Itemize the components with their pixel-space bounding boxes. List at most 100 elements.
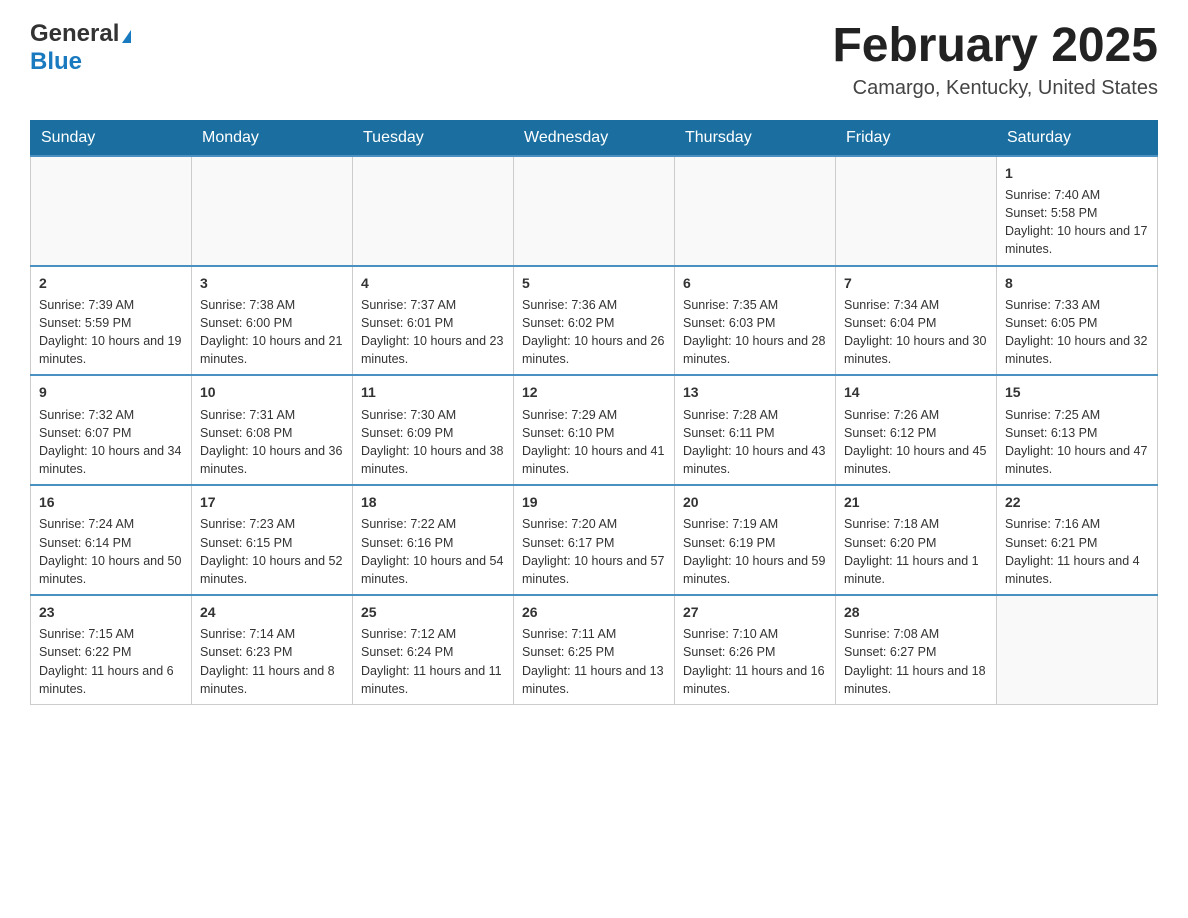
calendar-cell: 3Sunrise: 7:38 AMSunset: 6:00 PMDaylight… bbox=[192, 266, 353, 376]
day-number: 24 bbox=[200, 602, 344, 622]
day-number: 11 bbox=[361, 382, 505, 402]
sunset-text: Sunset: 6:11 PM bbox=[683, 424, 827, 442]
calendar-cell bbox=[514, 156, 675, 266]
sunrise-text: Sunrise: 7:31 AM bbox=[200, 406, 344, 424]
day-number: 6 bbox=[683, 273, 827, 293]
daylight-text: Daylight: 10 hours and 41 minutes. bbox=[522, 442, 666, 478]
header-sunday: Sunday bbox=[31, 120, 192, 156]
daylight-text: Daylight: 10 hours and 34 minutes. bbox=[39, 442, 183, 478]
daylight-text: Daylight: 10 hours and 30 minutes. bbox=[844, 332, 988, 368]
logo-triangle-icon bbox=[122, 30, 131, 43]
sunset-text: Sunset: 6:01 PM bbox=[361, 314, 505, 332]
title-area: February 2025 Camargo, Kentucky, United … bbox=[832, 20, 1158, 100]
calendar-cell: 13Sunrise: 7:28 AMSunset: 6:11 PMDayligh… bbox=[675, 375, 836, 485]
sunrise-text: Sunrise: 7:12 AM bbox=[361, 625, 505, 643]
sunset-text: Sunset: 6:12 PM bbox=[844, 424, 988, 442]
calendar-cell: 18 Sunrise: 7:22 AMSunset: 6:16 PMDayligh… bbox=[353, 485, 514, 595]
daylight-text: Daylight: 10 hours and 45 minutes. bbox=[844, 442, 988, 478]
week-row-3: 9Sunrise: 7:32 AMSunset: 6:07 PMDaylight… bbox=[31, 375, 1158, 485]
sunrise-text: Sunrise: 7:23 AM bbox=[200, 515, 344, 533]
calendar-cell: 12Sunrise: 7:29 AMSunset: 6:10 PMDayligh… bbox=[514, 375, 675, 485]
daylight-text: Daylight: 11 hours and 18 minutes. bbox=[844, 662, 988, 698]
day-number: 16 bbox=[39, 492, 183, 512]
day-number: 26 bbox=[522, 602, 666, 622]
day-number: 14 bbox=[844, 382, 988, 402]
calendar-cell bbox=[997, 595, 1158, 704]
daylight-text: Daylight: 10 hours and 26 minutes. bbox=[522, 332, 666, 368]
daylight-text: Daylight: 10 hours and 43 minutes. bbox=[683, 442, 827, 478]
sunrise-text: Sunrise: 7:35 AM bbox=[683, 296, 827, 314]
sunset-text: Sunset: 6:16 PM bbox=[361, 534, 505, 552]
sunrise-text: Sunrise: 7:22 AM bbox=[361, 515, 505, 533]
day-number: 23 bbox=[39, 602, 183, 622]
calendar-table: Sunday Monday Tuesday Wednesday Thursday… bbox=[30, 120, 1158, 705]
week-row-4: 16Sunrise: 7:24 AMSunset: 6:14 PMDayligh… bbox=[31, 485, 1158, 595]
sunset-text: Sunset: 6:15 PM bbox=[200, 534, 344, 552]
daylight-text: Daylight: 11 hours and 1 minute. bbox=[844, 552, 988, 588]
sunrise-text: Sunrise: 7:37 AM bbox=[361, 296, 505, 314]
daylight-text: Daylight: 11 hours and 13 minutes. bbox=[522, 662, 666, 698]
header-thursday: Thursday bbox=[675, 120, 836, 156]
sunset-text: Sunset: 5:58 PM bbox=[1005, 204, 1149, 222]
sunrise-text: Sunrise: 7:25 AM bbox=[1005, 406, 1149, 424]
day-number: 27 bbox=[683, 602, 827, 622]
day-number: 7 bbox=[844, 273, 988, 293]
header-saturday: Saturday bbox=[997, 120, 1158, 156]
day-number: 10 bbox=[200, 382, 344, 402]
sunset-text: Sunset: 6:09 PM bbox=[361, 424, 505, 442]
day-number: 4 bbox=[361, 273, 505, 293]
day-number: 15 bbox=[1005, 382, 1149, 402]
day-number: 18 bbox=[361, 492, 505, 512]
sunrise-text: Sunrise: 7:20 AM bbox=[522, 515, 666, 533]
calendar-cell: 4Sunrise: 7:37 AMSunset: 6:01 PMDaylight… bbox=[353, 266, 514, 376]
day-number: 5 bbox=[522, 273, 666, 293]
daylight-text: Daylight: 10 hours and 38 minutes. bbox=[361, 442, 505, 478]
calendar-cell: 27Sunrise: 7:10 AMSunset: 6:26 PMDayligh… bbox=[675, 595, 836, 704]
sunrise-text: Sunrise: 7:39 AM bbox=[39, 296, 183, 314]
calendar-cell: 9Sunrise: 7:32 AMSunset: 6:07 PMDaylight… bbox=[31, 375, 192, 485]
month-title: February 2025 bbox=[832, 20, 1158, 73]
calendar-cell: 21Sunrise: 7:18 AMSunset: 6:20 PMDayligh… bbox=[836, 485, 997, 595]
calendar-cell: 16Sunrise: 7:24 AMSunset: 6:14 PMDayligh… bbox=[31, 485, 192, 595]
calendar-cell: 15 Sunrise: 7:25 AMSunset: 6:13 PMDayligh… bbox=[997, 375, 1158, 485]
sunrise-text: Sunrise: 7:38 AM bbox=[200, 296, 344, 314]
sunset-text: Sunset: 5:59 PM bbox=[39, 314, 183, 332]
sunrise-text: Sunrise: 7:08 AM bbox=[844, 625, 988, 643]
sunrise-text: Sunrise: 7:26 AM bbox=[844, 406, 988, 424]
daylight-text: Daylight: 10 hours and 47 minutes. bbox=[1005, 442, 1149, 478]
sunrise-text: Sunrise: 7:24 AM bbox=[39, 515, 183, 533]
sunset-text: Sunset: 6:24 PM bbox=[361, 643, 505, 661]
calendar-cell: 1Sunrise: 7:40 AMSunset: 5:58 PMDaylight… bbox=[997, 156, 1158, 266]
day-number: 13 bbox=[683, 382, 827, 402]
daylight-text: Daylight: 10 hours and 52 minutes. bbox=[200, 552, 344, 588]
sunset-text: Sunset: 6:00 PM bbox=[200, 314, 344, 332]
daylight-text: Daylight: 10 hours and 54 minutes. bbox=[361, 552, 505, 588]
sunset-text: Sunset: 6:26 PM bbox=[683, 643, 827, 661]
sunset-text: Sunset: 6:13 PM bbox=[1005, 424, 1149, 442]
calendar-cell bbox=[836, 156, 997, 266]
calendar-cell: 5Sunrise: 7:36 AMSunset: 6:02 PMDaylight… bbox=[514, 266, 675, 376]
daylight-text: Daylight: 10 hours and 36 minutes. bbox=[200, 442, 344, 478]
calendar-cell: 23Sunrise: 7:15 AMSunset: 6:22 PMDayligh… bbox=[31, 595, 192, 704]
day-number: 8 bbox=[1005, 273, 1149, 293]
daylight-text: Daylight: 10 hours and 50 minutes. bbox=[39, 552, 183, 588]
daylight-text: Daylight: 10 hours and 57 minutes. bbox=[522, 552, 666, 588]
calendar-cell: 6Sunrise: 7:35 AMSunset: 6:03 PMDaylight… bbox=[675, 266, 836, 376]
daylight-text: Daylight: 10 hours and 17 minutes. bbox=[1005, 222, 1149, 258]
sunset-text: Sunset: 6:19 PM bbox=[683, 534, 827, 552]
sunset-text: Sunset: 6:20 PM bbox=[844, 534, 988, 552]
calendar-cell: 17Sunrise: 7:23 AMSunset: 6:15 PMDayligh… bbox=[192, 485, 353, 595]
daylight-text: Daylight: 11 hours and 6 minutes. bbox=[39, 662, 183, 698]
week-row-1: 1Sunrise: 7:40 AMSunset: 5:58 PMDaylight… bbox=[31, 156, 1158, 266]
page-header: General Blue February 2025 Camargo, Kent… bbox=[30, 20, 1158, 100]
calendar-cell: 10Sunrise: 7:31 AMSunset: 6:08 PMDayligh… bbox=[192, 375, 353, 485]
daylight-text: Daylight: 11 hours and 8 minutes. bbox=[200, 662, 344, 698]
header-monday: Monday bbox=[192, 120, 353, 156]
calendar-cell: 11Sunrise: 7:30 AMSunset: 6:09 PMDayligh… bbox=[353, 375, 514, 485]
calendar-header-row: Sunday Monday Tuesday Wednesday Thursday… bbox=[31, 120, 1158, 156]
header-friday: Friday bbox=[836, 120, 997, 156]
calendar-cell: 26Sunrise: 7:11 AMSunset: 6:25 PMDayligh… bbox=[514, 595, 675, 704]
calendar-cell: 19Sunrise: 7:20 AMSunset: 6:17 PMDayligh… bbox=[514, 485, 675, 595]
daylight-text: Daylight: 10 hours and 28 minutes. bbox=[683, 332, 827, 368]
sunset-text: Sunset: 6:10 PM bbox=[522, 424, 666, 442]
